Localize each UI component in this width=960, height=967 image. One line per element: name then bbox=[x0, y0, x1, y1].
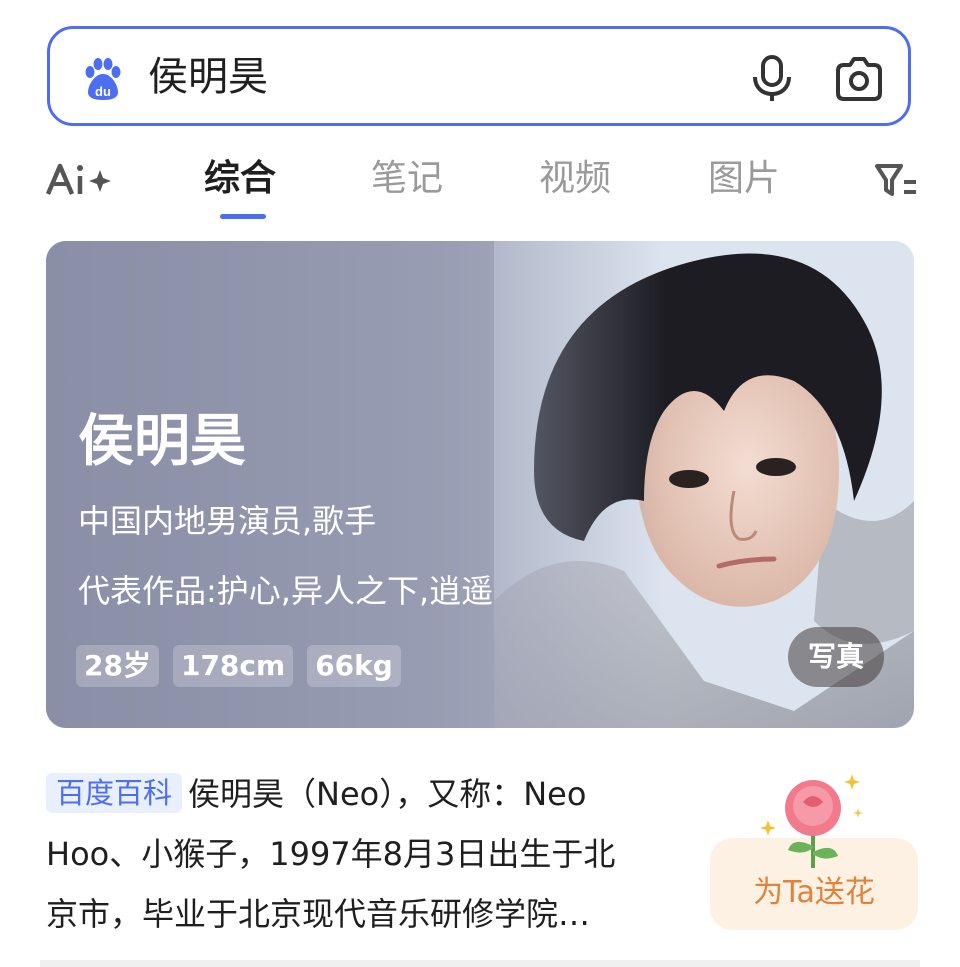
baike-summary[interactable]: 百度百科 侯明昊（Neo），又称：Neo Hoo、小猴子，1997年8月3日出生于… bbox=[46, 764, 696, 944]
baike-source-tag[interactable]: 百度百科 bbox=[46, 773, 183, 813]
baike-text-line-1: 侯明昊（Neo），又称：Neo bbox=[188, 775, 587, 813]
tab-videos[interactable]: 视频 bbox=[539, 156, 611, 202]
person-works: 代表作品:护心,异人之下,逍遥 bbox=[78, 572, 494, 610]
person-stats: 28岁 178cm 66kg bbox=[76, 645, 401, 687]
person-description: 中国内地男演员,歌手 bbox=[78, 502, 377, 540]
baike-text-line-3: 京市，毕业于北京现代音乐研修学院… bbox=[46, 895, 591, 933]
baidu-logo-icon: du bbox=[85, 58, 121, 100]
person-name: 侯明昊 bbox=[78, 409, 246, 474]
baike-text-line-2: Hoo、小猴子，1997年8月3日出生于北 bbox=[46, 835, 616, 873]
age-chip: 28岁 bbox=[76, 645, 159, 687]
rose-icon bbox=[760, 774, 863, 868]
send-flower-widget[interactable]: 为Ta送花 bbox=[710, 768, 920, 938]
search-tabs: 综合 笔记 视频 图片 bbox=[0, 150, 960, 225]
tab-images[interactable]: 图片 bbox=[708, 156, 780, 202]
tab-notes[interactable]: 笔记 bbox=[371, 156, 443, 202]
ai-plus-icon[interactable] bbox=[46, 162, 116, 198]
tab-all[interactable]: 综合 bbox=[204, 156, 276, 202]
weight-chip: 66kg bbox=[307, 645, 401, 687]
height-chip: 178cm bbox=[172, 645, 294, 687]
photo-gallery-button[interactable]: 写真 bbox=[788, 627, 884, 687]
filter-icon[interactable] bbox=[874, 162, 918, 198]
search-bar[interactable]: du 侯明昊 bbox=[47, 26, 911, 126]
search-input[interactable]: 侯明昊 bbox=[148, 51, 268, 103]
microphone-icon[interactable] bbox=[750, 55, 794, 103]
next-result-edge bbox=[40, 960, 920, 967]
person-hero-card[interactable]: 侯明昊 中国内地男演员,歌手 代表作品:护心,异人之下,逍遥 28岁 178cm… bbox=[46, 241, 914, 728]
svg-text:du: du bbox=[95, 84, 111, 99]
camera-icon[interactable] bbox=[834, 57, 884, 101]
active-tab-indicator bbox=[220, 214, 266, 219]
